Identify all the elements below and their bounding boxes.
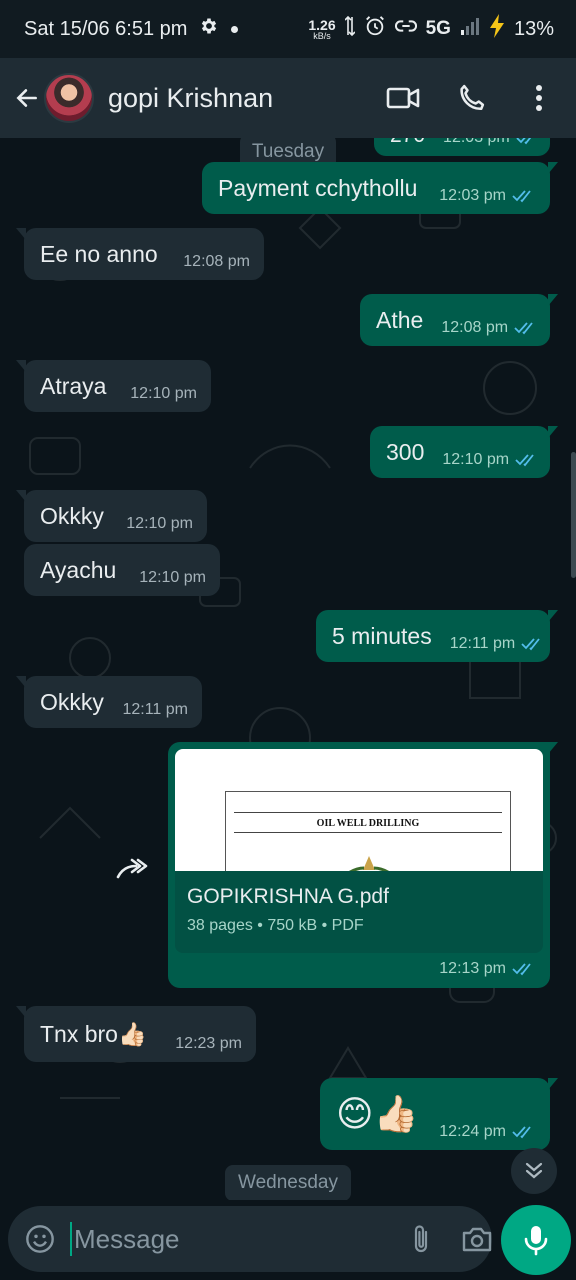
read-receipt-icon (512, 190, 531, 203)
contact-name[interactable]: gopi Krishnan (108, 83, 273, 114)
read-receipt-icon (515, 454, 534, 467)
link-icon (394, 17, 417, 41)
document-page: OIL WELL DRILLING (225, 791, 511, 871)
alarm-icon (364, 15, 386, 43)
chat-header: gopi Krishnan (0, 58, 576, 138)
message-bubble-outgoing[interactable]: 300 12:10 pm (370, 426, 558, 478)
microphone-icon (524, 1226, 548, 1256)
message-bubble-outgoing[interactable]: 270 12:03 pm (374, 138, 550, 156)
emoji-button[interactable] (24, 1221, 56, 1257)
message-bubble-incoming[interactable]: Atraya 12:10 pm (16, 360, 211, 412)
message-bubble-incoming[interactable]: Ayachu 12:10 pm (24, 544, 220, 596)
video-call-button[interactable] (386, 81, 420, 115)
message-bubble-incoming[interactable]: Okkky 12:10 pm (16, 490, 207, 542)
document-details: 38 pages • 750 kB • PDF (187, 917, 364, 934)
chat-area[interactable]: 270 12:03 pm Tuesday Payment cchythollu … (0, 138, 576, 1200)
scrollbar-thumb[interactable] (571, 452, 576, 578)
read-receipt-icon (514, 322, 533, 335)
document-info: GOPIKRISHNA G.pdf 38 pages • 750 kB • PD… (175, 871, 543, 953)
date-separator: Wednesday (225, 1165, 351, 1200)
scroll-to-bottom-button[interactable] (511, 1148, 557, 1194)
message-input-container (8, 1206, 492, 1272)
message-bubble-incoming[interactable]: Tnx bro👍🏻 12:23 pm (16, 1006, 256, 1062)
network-type: 5G (425, 18, 451, 39)
message-bubble-incoming[interactable]: Okkky 12:11 pm (16, 676, 202, 728)
more-options-button[interactable] (522, 81, 556, 115)
arrow-left-icon (16, 89, 37, 107)
message-bubble-incoming[interactable]: Ee no anno 12:08 pm (16, 228, 264, 280)
attach-button[interactable] (409, 1221, 433, 1257)
status-bar: Sat 15/06 6:51 pm 1.26 kB/s 5G 13% (0, 0, 576, 58)
more-vertical-icon (536, 85, 542, 111)
message-bubble-outgoing[interactable]: 😊👍🏻 12:24 pm (320, 1078, 558, 1150)
double-chevron-down-icon (525, 1162, 543, 1179)
emblem-icon (348, 856, 390, 871)
forward-arrow-icon (116, 858, 148, 879)
network-speed: 1.26 kB/s (308, 16, 336, 41)
emoji-smile-icon (26, 1225, 54, 1253)
message-bubble-outgoing[interactable]: Athe 12:08 pm (360, 294, 558, 346)
status-datetime: Sat 15/06 6:51 pm (24, 17, 188, 40)
read-receipt-icon (516, 138, 531, 145)
message-bubble-outgoing[interactable]: 5 minutes 12:11 pm (316, 610, 558, 662)
camera-icon (462, 1227, 492, 1252)
message-bubble-outgoing[interactable]: Payment cchythollu 12:03 pm (202, 162, 558, 214)
charging-bolt-icon (489, 14, 505, 44)
document-file-name: GOPIKRISHNA G.pdf (187, 885, 389, 908)
document-message[interactable]: OIL WELL DRILLING GOPIKRISHNA G.pdf 38 p… (168, 742, 558, 988)
phone-icon (460, 84, 485, 111)
voice-record-button[interactable] (501, 1205, 571, 1275)
notification-dot-icon (231, 25, 239, 33)
signal-icon (460, 17, 480, 41)
voice-call-button[interactable] (454, 81, 488, 115)
camera-button[interactable] (461, 1221, 493, 1257)
forward-button[interactable] (108, 844, 156, 892)
back-button[interactable] (12, 78, 42, 118)
data-arrows-icon (344, 15, 356, 43)
battery-level: 13% (513, 17, 554, 40)
video-camera-icon (386, 87, 420, 109)
paperclip-icon (414, 1225, 428, 1253)
read-receipt-icon (512, 1126, 531, 1139)
read-receipt-icon (512, 963, 531, 976)
contact-avatar[interactable] (44, 73, 94, 123)
settings-gear-icon (199, 16, 219, 42)
document-preview[interactable]: OIL WELL DRILLING (175, 749, 543, 871)
message-composer (0, 1200, 576, 1280)
document-heading: OIL WELL DRILLING (316, 818, 420, 829)
message-input[interactable] (70, 1222, 409, 1256)
read-receipt-icon (521, 638, 540, 651)
